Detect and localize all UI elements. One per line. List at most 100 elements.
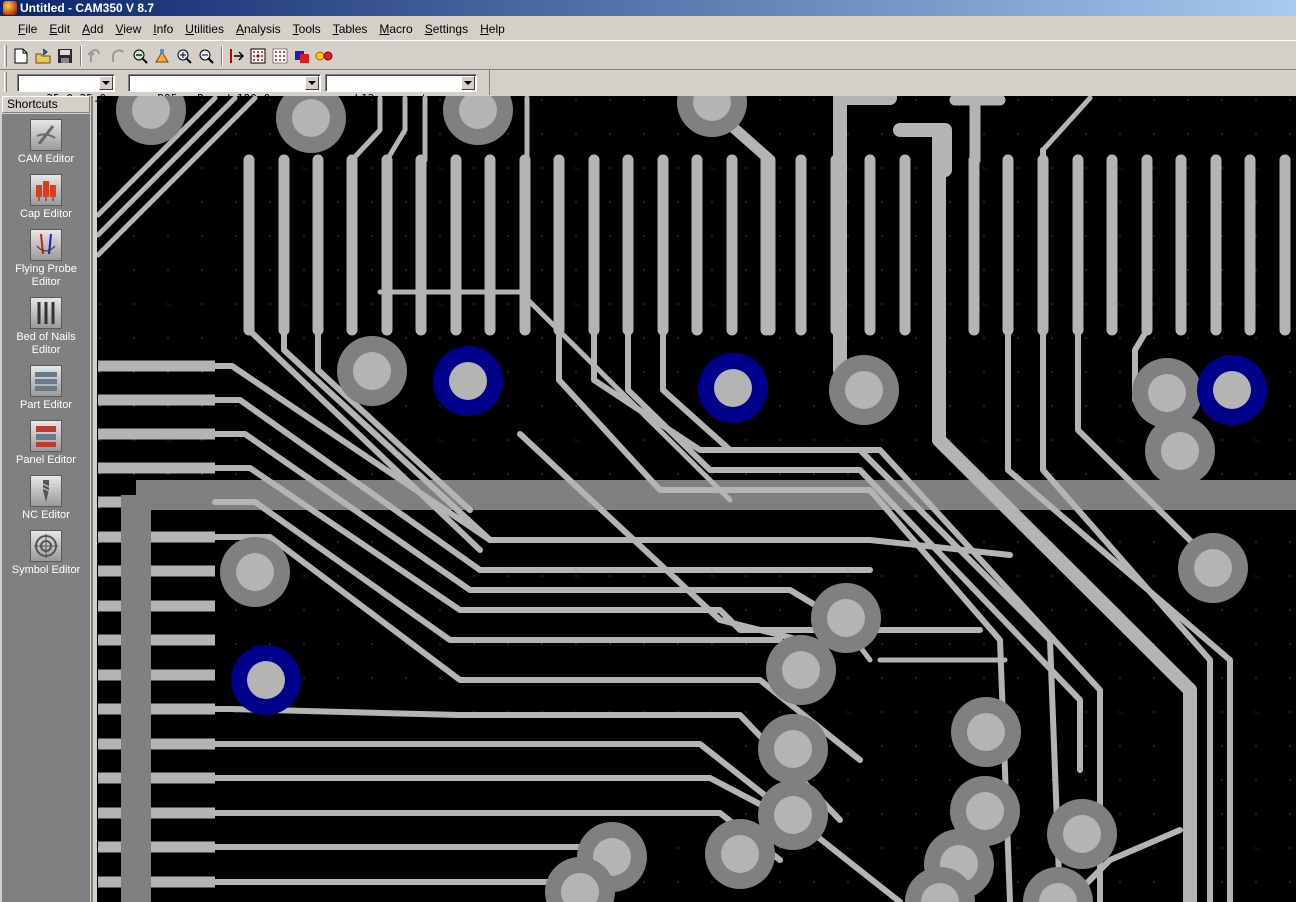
menu-add[interactable]: Add — [76, 18, 109, 40]
toolbar-grip[interactable] — [4, 72, 7, 92]
grid-dot — [915, 609, 917, 611]
grid-dot — [473, 337, 475, 339]
shortcut-symbol-editor[interactable]: Symbol Editor — [2, 530, 90, 577]
grid-dot — [1051, 439, 1053, 441]
grid-dot — [1051, 337, 1053, 339]
grid-dot — [1085, 473, 1087, 475]
menu-edit[interactable]: Edit — [43, 18, 76, 40]
menu-tables[interactable]: Tables — [327, 18, 374, 40]
grid-dot — [371, 439, 373, 441]
zoom-out-icon[interactable] — [196, 46, 216, 66]
grid-dots-icon[interactable] — [270, 46, 290, 66]
cam350-app-icon[interactable] — [3, 1, 17, 15]
grid-dot — [847, 881, 849, 883]
open-file-icon[interactable] — [33, 46, 53, 66]
grid-dot — [1255, 99, 1257, 101]
grid-dot — [541, 235, 543, 237]
menu-file[interactable]: File — [12, 18, 43, 40]
grid-dot — [813, 303, 815, 305]
grid-dot — [677, 133, 679, 135]
shortcuts-header[interactable]: Shortcuts — [2, 96, 90, 113]
shortcut-flying-probe-editor[interactable]: Flying Probe Editor — [2, 229, 90, 289]
grid-dot — [1085, 405, 1087, 407]
grid-dot — [779, 881, 781, 883]
grid-dot — [745, 303, 747, 305]
shortcut-cap-editor[interactable]: Cap Editor — [2, 174, 90, 221]
grid-dot — [1221, 847, 1223, 849]
grid-dot — [983, 235, 985, 237]
menu-analysis[interactable]: Analysis — [230, 18, 287, 40]
redo-icon[interactable] — [107, 46, 127, 66]
grid-dot — [371, 473, 373, 475]
grid-dot — [1187, 269, 1189, 271]
toolbar-grip[interactable] — [4, 45, 7, 67]
menu-help[interactable]: Help — [474, 18, 511, 40]
grid-dot — [439, 99, 441, 101]
grid-dot — [575, 439, 577, 441]
grid-dot — [915, 201, 917, 203]
menu-tools[interactable]: Tools — [287, 18, 327, 40]
menu-info[interactable]: Info — [147, 18, 179, 40]
grid-dot — [575, 303, 577, 305]
grid-dot — [371, 541, 373, 543]
grid-dot — [1221, 711, 1223, 713]
grid-dot — [677, 473, 679, 475]
snap-icon[interactable] — [226, 46, 246, 66]
grid-dot — [745, 473, 747, 475]
grid-dot — [1051, 405, 1053, 407]
grid-dot — [337, 609, 339, 611]
chevron-down-icon[interactable] — [305, 76, 319, 90]
pan-icon[interactable] — [152, 46, 172, 66]
grid-dot — [711, 337, 713, 339]
grid-dot — [949, 609, 951, 611]
highlight-icon[interactable] — [314, 46, 334, 66]
chevron-down-icon[interactable] — [461, 76, 475, 90]
new-file-icon[interactable] — [11, 46, 31, 66]
pad-center — [714, 369, 752, 407]
grid-dot — [847, 677, 849, 679]
grid-dot — [711, 167, 713, 169]
grid-dot — [949, 473, 951, 475]
grid-dot — [371, 575, 373, 577]
menu-utilities[interactable]: Utilities — [179, 18, 230, 40]
layer-colors-icon[interactable] — [292, 46, 312, 66]
shortcuts-panel: CAM Editor Cap Editor Flying Probe Edito… — [2, 114, 90, 902]
grid-dot — [405, 167, 407, 169]
grid-dot — [1119, 337, 1121, 339]
menu-settings[interactable]: Settings — [419, 18, 474, 40]
grid-dot — [1017, 575, 1019, 577]
dcode-select[interactable]: D95 Round 190.0 — [128, 74, 321, 105]
shortcut-nc-editor[interactable]: NC Editor — [2, 475, 90, 522]
grid-dot — [405, 303, 407, 305]
grid-dot — [609, 303, 611, 305]
menu-macro[interactable]: Macro — [373, 18, 418, 40]
shortcut-part-editor[interactable]: Part Editor — [2, 365, 90, 412]
grid-dot — [1289, 541, 1291, 543]
redraw-icon[interactable] — [130, 46, 150, 66]
undo-icon[interactable] — [85, 46, 105, 66]
grid-dot — [983, 167, 985, 169]
grid-dot — [235, 473, 237, 475]
shortcuts-sidebar: Shortcuts CAM Editor Cap Editor Flying P… — [0, 96, 93, 902]
shortcut-bed-of-nails-editor[interactable]: Bed of Nails Editor — [2, 297, 90, 357]
grid-dot — [813, 881, 815, 883]
grid-select[interactable]: 25.0:25.0 — [17, 74, 115, 105]
grid-dot — [1255, 745, 1257, 747]
grid-dot — [847, 303, 849, 305]
grid-dot — [1119, 201, 1121, 203]
shortcut-panel-editor[interactable]: Panel Editor — [2, 420, 90, 467]
save-icon[interactable] — [55, 46, 75, 66]
chevron-down-icon[interactable] — [99, 76, 113, 90]
grid-dot — [99, 167, 101, 169]
layer-select[interactable]: L12:vcc.art — [325, 74, 477, 105]
menu-view[interactable]: View — [109, 18, 147, 40]
pcb-canvas[interactable] — [97, 96, 1296, 902]
grid-dot — [813, 779, 815, 781]
grid-dot — [1119, 745, 1121, 747]
grid-dot — [303, 269, 305, 271]
grid-icon[interactable] — [248, 46, 268, 66]
grid-dot — [439, 405, 441, 407]
zoom-in-icon[interactable] — [174, 46, 194, 66]
shortcut-cam-editor[interactable]: CAM Editor — [2, 119, 90, 166]
grid-dot — [643, 99, 645, 101]
